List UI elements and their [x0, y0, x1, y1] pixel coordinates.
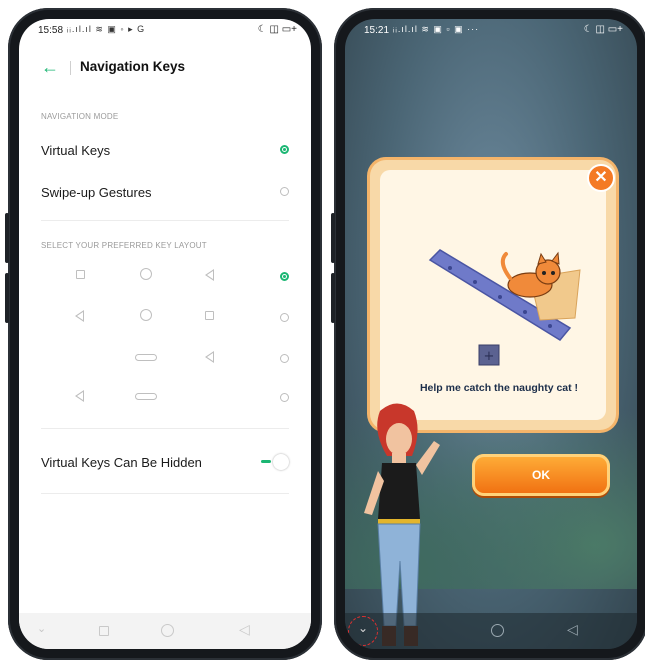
circle-icon[interactable]	[161, 624, 174, 637]
triangle-icon	[75, 390, 84, 402]
radio-unselected[interactable]	[280, 187, 289, 196]
arrow-left-icon[interactable]: ←	[41, 55, 59, 79]
hidden-keys-toggle[interactable]	[261, 454, 291, 470]
status-icons-right: ☾ ◫ ▭+	[583, 24, 623, 35]
circle-icon	[140, 309, 152, 321]
status-bar: 15:21 ᵢᵢ.ıl.ıl ≋ ▣ ▫ ▣ ··· ☾ ◫ ▭+	[345, 19, 637, 41]
top-bar: ← Navigation Keys	[19, 55, 311, 81]
status-time: 15:58	[38, 25, 64, 36]
toggle-row-hidden-keys[interactable]: Virtual Keys Can Be Hidden	[19, 447, 311, 481]
chevron-down-icon[interactable]: ⌄	[37, 622, 46, 635]
plus-block-icon: +	[478, 344, 500, 366]
mode-option-virtual-keys[interactable]: Virtual Keys	[19, 135, 311, 169]
volume-button	[5, 213, 9, 263]
circle-icon	[140, 268, 152, 280]
section-header-navigation-mode: NAVIGATION MODE	[41, 112, 119, 121]
pill-icon	[135, 354, 157, 361]
square-icon[interactable]	[99, 626, 109, 636]
triangle-icon[interactable]: ◁	[239, 621, 250, 638]
mode-label: Swipe-up Gestures	[41, 185, 152, 200]
triangle-icon	[75, 310, 84, 322]
svg-text:+: +	[484, 349, 495, 364]
ok-button[interactable]: OK	[472, 454, 610, 496]
mode-option-swipe-gestures[interactable]: Swipe-up Gestures	[19, 177, 311, 211]
settings-screen: 15:58 ᵢᵢ.ıl.ıl ≋ ▣ ◦ ▸ G ☾ ◫ ▭+ ← Naviga…	[19, 19, 311, 649]
toggle-knob	[273, 454, 289, 470]
dialog-message: Help me catch the naughty cat !	[419, 382, 579, 394]
cat-ruler-illustration: +	[428, 249, 581, 366]
radio-unselected[interactable]	[280, 393, 289, 402]
radio-selected[interactable]	[280, 145, 289, 154]
key-layout-option-3[interactable]	[19, 344, 311, 374]
phone-right: 15:21 ᵢᵢ.ıl.ıl ≋ ▣ ▫ ▣ ··· ☾ ◫ ▭+ + ✕ He…	[331, 8, 645, 660]
volume-button	[5, 273, 9, 323]
divider	[70, 61, 71, 75]
status-bar: 15:58 ᵢᵢ.ıl.ıl ≋ ▣ ◦ ▸ G ☾ ◫ ▭+	[19, 19, 311, 41]
radio-unselected[interactable]	[280, 313, 289, 322]
section-header-key-layout: SELECT YOUR PREFERRED KEY LAYOUT	[41, 241, 207, 250]
triangle-icon	[205, 351, 214, 363]
volume-button	[331, 213, 335, 263]
divider	[41, 428, 289, 429]
radio-selected[interactable]	[280, 272, 289, 281]
status-icons: ᵢᵢ.ıl.ıl ≋ ▣ ▫ ▣ ···	[393, 24, 480, 34]
volume-button	[331, 273, 335, 323]
character-illustration	[364, 403, 440, 646]
mode-label: Virtual Keys	[41, 143, 111, 158]
status-icons-right: ☾ ◫ ▭+	[257, 24, 297, 35]
key-layout-option-4[interactable]	[19, 383, 311, 413]
close-icon[interactable]: ✕	[587, 164, 615, 192]
status-time: 15:21	[364, 25, 390, 36]
status-icons: ᵢᵢ.ıl.ıl ≋ ▣ ◦ ▸ G	[67, 24, 146, 34]
key-layout-option-2[interactable]	[19, 303, 311, 333]
radio-unselected[interactable]	[280, 354, 289, 363]
triangle-icon	[205, 269, 214, 281]
system-nav-bar: ⌄ ◁	[19, 613, 311, 649]
key-layout-option-1[interactable]	[19, 262, 311, 292]
phone-left: 15:58 ᵢᵢ.ıl.ıl ≋ ▣ ◦ ▸ G ☾ ◫ ▭+ ← Naviga…	[5, 8, 322, 660]
pill-icon	[135, 393, 157, 400]
divider	[41, 220, 289, 221]
toggle-track	[261, 460, 271, 463]
square-icon	[76, 270, 85, 279]
toggle-label: Virtual Keys Can Be Hidden	[41, 455, 202, 470]
page-title: Navigation Keys	[80, 59, 186, 74]
square-icon	[205, 311, 214, 320]
divider	[41, 493, 289, 494]
